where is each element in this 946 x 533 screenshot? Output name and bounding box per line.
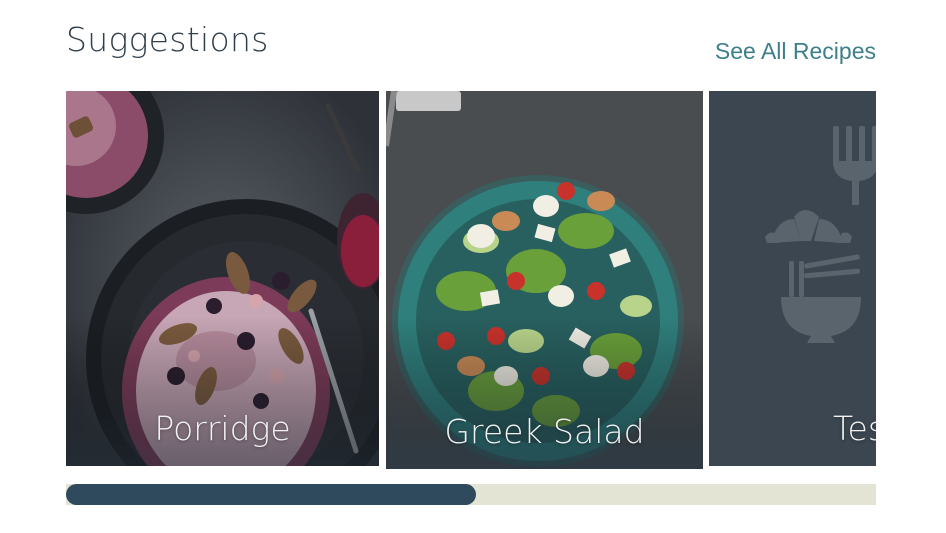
recipe-card-placeholder[interactable]: Tes xyxy=(709,91,876,466)
recipe-card-label: Tes xyxy=(833,409,876,448)
recipe-card-label: Greek Salad xyxy=(444,412,645,451)
see-all-recipes-link[interactable]: See All Recipes xyxy=(715,38,876,65)
section-title: Suggestions xyxy=(66,20,269,59)
carousel-scrollbar[interactable] xyxy=(66,484,876,505)
recipe-card-greek-salad[interactable]: Greek Salad xyxy=(386,91,703,469)
recipe-card-porridge[interactable]: Porridge xyxy=(66,91,379,466)
recipe-carousel[interactable]: Porridge Greek Salad Te xyxy=(66,91,876,469)
scrollbar-thumb[interactable] xyxy=(66,484,476,505)
recipe-card-label: Porridge xyxy=(154,409,291,448)
